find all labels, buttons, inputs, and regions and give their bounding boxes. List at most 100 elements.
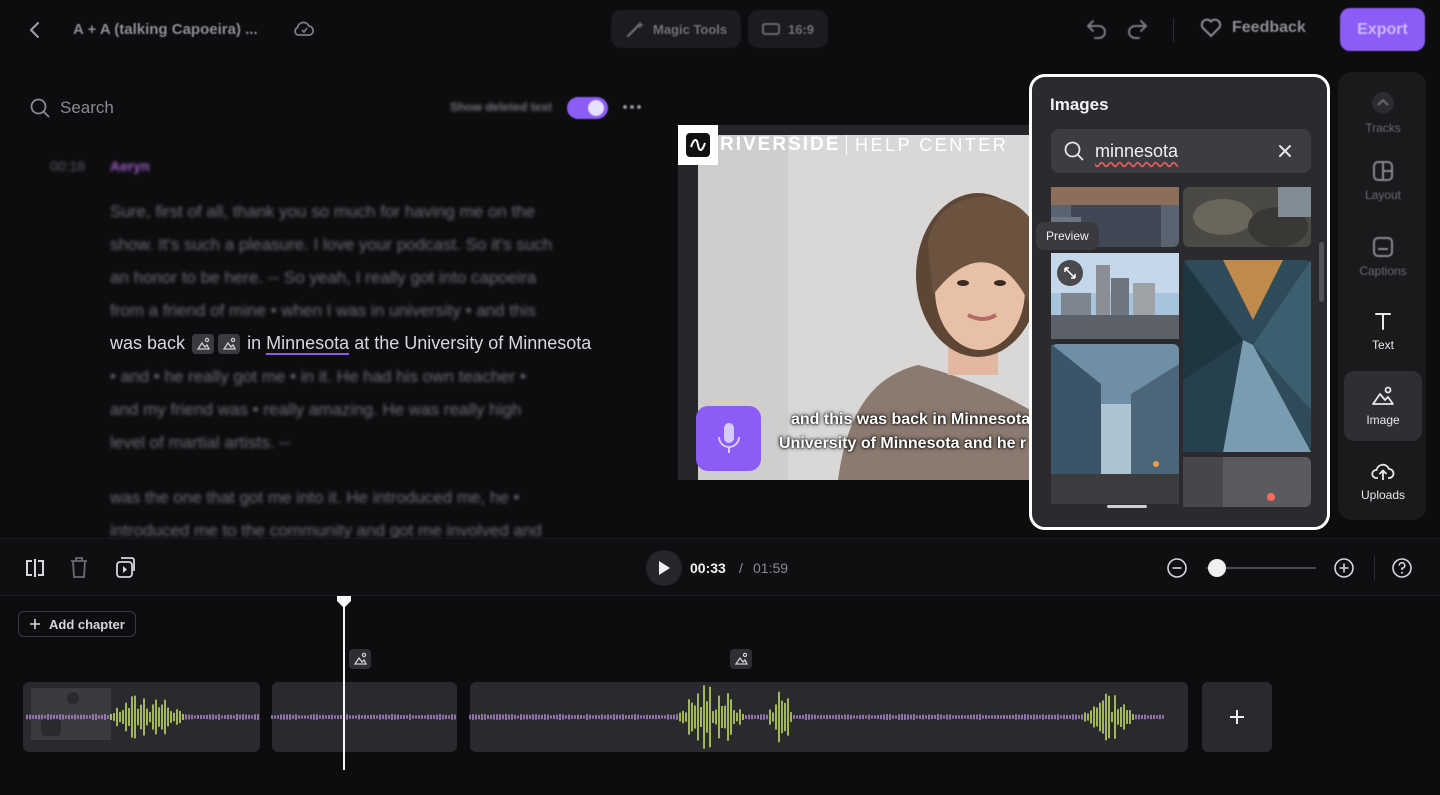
active-line-before: was back: [110, 333, 186, 353]
image-search-input[interactable]: minnesota: [1095, 141, 1178, 162]
transcript-line[interactable]: Sure, first of all, thank you so much fo…: [110, 202, 535, 222]
audio-waveform: [26, 685, 1164, 749]
layout-icon: [1372, 160, 1394, 182]
feedback-button[interactable]: Feedback: [1200, 18, 1306, 38]
text-icon: [1373, 310, 1393, 332]
playhead-line[interactable]: [343, 602, 345, 770]
transcript-line[interactable]: was the one that got me into it. He intr…: [110, 488, 519, 508]
magic-wand-icon: [625, 19, 645, 39]
transcript-line[interactable]: show. It's such a pleasure. I love your …: [110, 235, 552, 255]
chevron-left-icon[interactable]: [26, 20, 44, 40]
image-search-field[interactable]: minnesota: [1051, 129, 1311, 173]
magic-tools-button[interactable]: Magic Tools: [611, 10, 742, 48]
uploads-label: Uploads: [1360, 488, 1406, 502]
transcript-line[interactable]: an honor to be here. -- So yeah, I reall…: [110, 268, 536, 288]
feedback-label: Feedback: [1232, 19, 1306, 36]
layout-button[interactable]: Layout: [1344, 146, 1422, 216]
search-icon: [1064, 141, 1084, 161]
zoom-out-icon[interactable]: [1166, 557, 1188, 579]
transcript-search-input[interactable]: Search: [60, 98, 114, 118]
image-marker-icon[interactable]: [218, 334, 241, 355]
time-separator: /: [739, 560, 743, 576]
image-result[interactable]: [1183, 260, 1311, 452]
redo-icon[interactable]: [1125, 17, 1149, 39]
add-clip-button[interactable]: [1202, 682, 1272, 752]
uploads-button[interactable]: Uploads: [1344, 446, 1422, 516]
clip-duplicate-icon[interactable]: [112, 556, 136, 580]
add-chapter-label: Add chapter: [49, 616, 125, 632]
image-marker-icon[interactable]: [349, 649, 371, 669]
image-icon: [1371, 385, 1395, 407]
trash-icon[interactable]: [68, 556, 90, 580]
show-deleted-label: Show deleted text: [450, 100, 553, 114]
image-button[interactable]: Image: [1344, 371, 1422, 441]
tracks-icon: [1371, 91, 1395, 115]
captions-button[interactable]: Captions: [1344, 222, 1422, 292]
tracks-label: Tracks: [1365, 121, 1401, 135]
transcript-line[interactable]: from a friend of mine • when I was in un…: [110, 301, 536, 321]
plus-icon: [29, 618, 41, 630]
cloud-sync-icon: [292, 19, 316, 39]
search-icon: [30, 98, 50, 118]
clear-search-icon[interactable]: [1277, 143, 1293, 159]
image-result[interactable]: [1183, 187, 1311, 247]
magic-tools-label: Magic Tools: [653, 21, 728, 37]
zoom-slider-thumb[interactable]: [1208, 559, 1226, 577]
images-panel: Images minnesota Preview: [1029, 74, 1330, 530]
export-button[interactable]: Export: [1340, 8, 1425, 51]
images-scrollbar[interactable]: [1319, 242, 1324, 302]
active-line-after: at the University of Minnesota: [354, 333, 592, 353]
zoom-in-icon[interactable]: [1333, 557, 1355, 579]
right-toolbar: Tracks Layout Captions Text Image Upload…: [1338, 72, 1426, 520]
help-icon[interactable]: [1391, 557, 1413, 579]
highlighted-word[interactable]: Minnesota: [266, 333, 350, 355]
total-time: 01:59: [753, 560, 789, 576]
show-deleted-toggle[interactable]: [567, 97, 608, 119]
brand-divider: [846, 135, 847, 155]
aspect-ratio-button[interactable]: 16:9: [748, 10, 829, 48]
transcript-active-line[interactable]: was back in Minnesota at the University …: [110, 333, 592, 355]
heart-icon: [1200, 18, 1222, 38]
caption-line-1: and this was back in Minnesota: [791, 411, 1031, 428]
aspect-ratio-label: 16:9: [788, 21, 815, 37]
more-options-icon[interactable]: [622, 99, 642, 115]
image-result[interactable]: [1051, 344, 1179, 504]
transcript-line[interactable]: and my friend was • really amazing. He w…: [110, 400, 521, 420]
play-button[interactable]: [646, 550, 682, 586]
video-preview[interactable]: RIVERSIDE HELP CENTER and this was back …: [678, 125, 1038, 480]
brand-subtitle: HELP CENTER: [855, 135, 1009, 155]
expand-preview-icon[interactable]: [1057, 260, 1083, 286]
text-label: Text: [1371, 338, 1394, 352]
image-label: Image: [1366, 413, 1400, 427]
undo-icon[interactable]: [1085, 17, 1109, 39]
microphone-icon: [696, 406, 761, 471]
images-panel-title: Images: [1050, 95, 1109, 114]
layout-label: Layout: [1364, 188, 1402, 202]
aspect-ratio-icon: [762, 22, 780, 36]
upload-icon: [1371, 460, 1395, 482]
image-result[interactable]: [1183, 457, 1311, 507]
toolbar-divider: [1374, 556, 1375, 580]
text-button[interactable]: Text: [1344, 296, 1422, 366]
riverside-logo-icon: [678, 125, 718, 165]
toggle-knob: [588, 100, 604, 116]
playhead-handle-icon[interactable]: [336, 595, 352, 609]
top-bar: A + A (talking Capoeira) ... Magic Tools…: [0, 0, 1440, 60]
image-marker-icon[interactable]: [730, 649, 752, 669]
add-chapter-button[interactable]: Add chapter: [18, 611, 136, 637]
transcript-timestamp[interactable]: 00:18: [50, 158, 85, 174]
plus-icon: [1228, 708, 1246, 726]
header-divider: [1173, 18, 1174, 42]
images-horizontal-scrollbar[interactable]: [1107, 505, 1147, 508]
preview-tooltip: Preview: [1036, 222, 1099, 250]
split-icon[interactable]: [24, 557, 46, 579]
image-marker-icon[interactable]: [192, 334, 215, 355]
captions-icon: [1372, 236, 1394, 258]
transcript-line[interactable]: level of martial artists. --: [110, 433, 290, 453]
transcript-line[interactable]: • and • he really got me • in it. He had…: [110, 367, 526, 387]
project-title[interactable]: A + A (talking Capoeira) ...: [73, 21, 258, 38]
speaker-name[interactable]: Aeryn: [110, 158, 150, 174]
play-icon: [657, 560, 671, 576]
current-time: 00:33: [690, 560, 726, 576]
tracks-button[interactable]: Tracks: [1344, 78, 1422, 148]
